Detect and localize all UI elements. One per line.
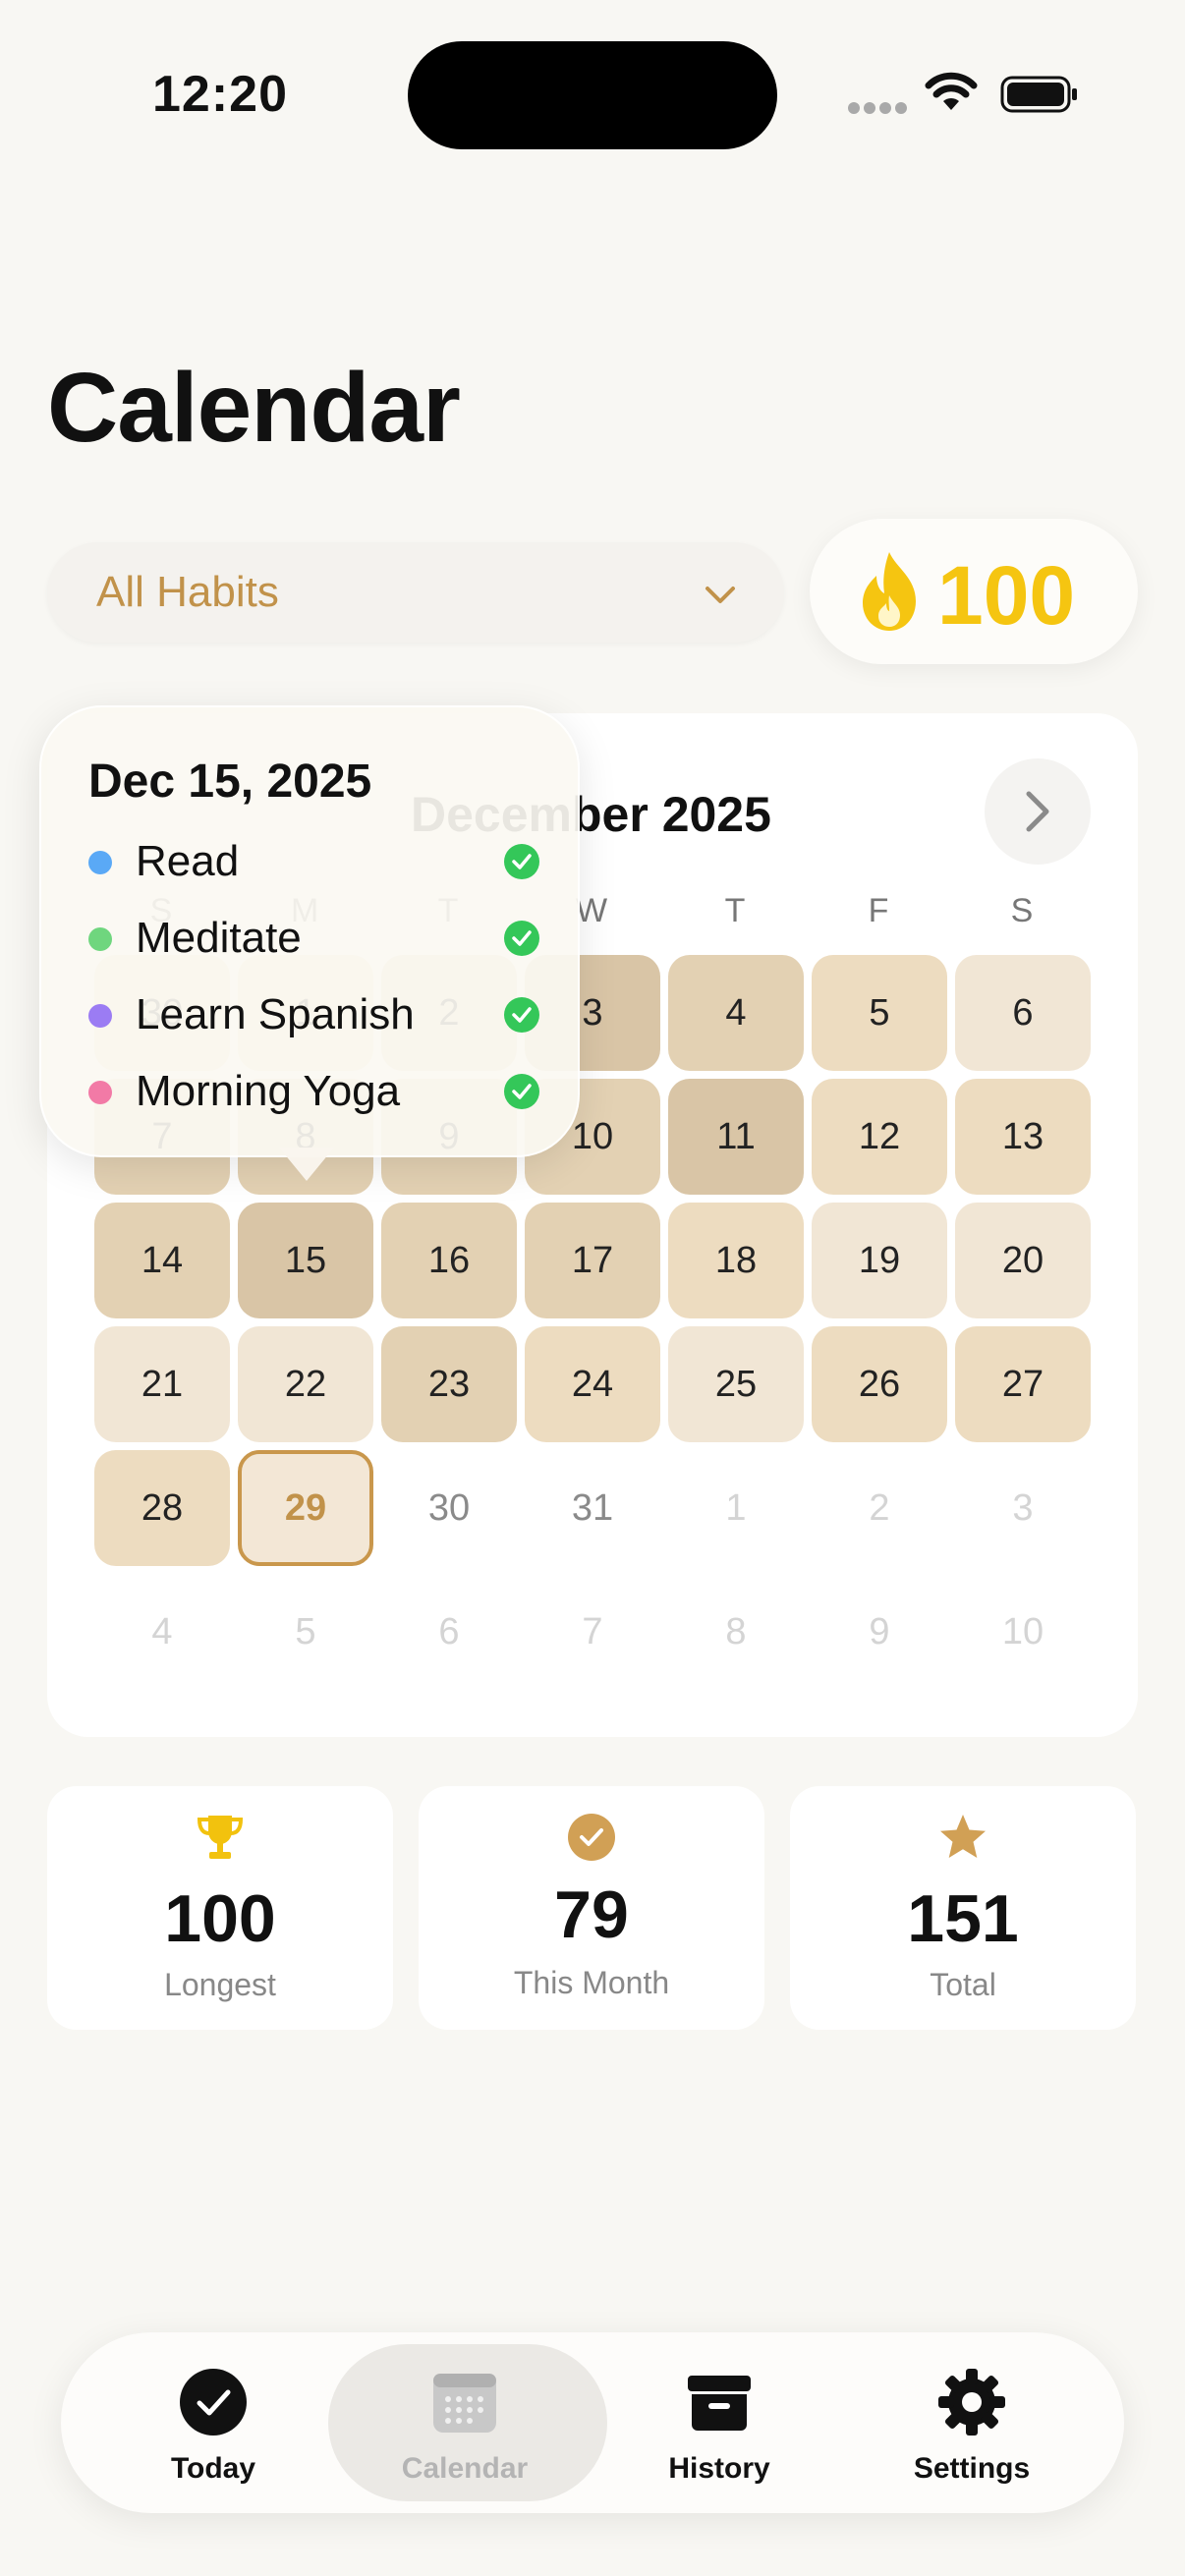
stat-card-this-month: 79 This Month (419, 1786, 764, 2030)
calendar-icon (433, 2374, 496, 2433)
calendar-day-next-month: 7 (582, 1610, 603, 1652)
tab-label: Today (170, 2452, 256, 2485)
habit-color-dot (88, 1081, 112, 1104)
cellular-signal-icon (848, 102, 907, 116)
habit-color-dot (88, 851, 112, 874)
chevron-down-icon (705, 587, 735, 603)
calendar-day-today[interactable]: 29 (238, 1450, 373, 1566)
calendar-day-next-month: 10 (1001, 1610, 1044, 1652)
tab-label: Calendar (401, 2452, 529, 2485)
stat-label: This Month (513, 1965, 670, 2000)
flame-icon (863, 552, 916, 631)
calendar-day[interactable]: 14 (94, 1203, 230, 1318)
calendar-day[interactable]: 6 (955, 955, 1091, 1071)
popover-pointer (279, 1148, 334, 1181)
checkmark-circle-icon (504, 844, 539, 879)
tab-today[interactable]: Today (90, 2332, 336, 2513)
habit-color-dot (88, 1004, 112, 1028)
dynamic-island (408, 41, 777, 149)
calendar-day[interactable]: 16 (381, 1203, 517, 1318)
calendar-day[interactable]: 12 (812, 1079, 947, 1195)
checkmark-circle-icon (568, 1814, 615, 1861)
stat-label: Total (930, 1967, 996, 2002)
gear-icon (938, 2369, 1005, 2436)
calendar-day[interactable]: 25 (668, 1326, 804, 1442)
habit-status-row: Meditate (88, 910, 540, 969)
habit-filter-label: All Habits (96, 568, 279, 616)
calendar-day[interactable]: 21 (94, 1326, 230, 1442)
checkmark-circle-icon (504, 997, 539, 1033)
calendar-day[interactable]: 24 (525, 1326, 660, 1442)
calendar-day[interactable]: 20 (955, 1203, 1091, 1318)
status-time: 12:20 (152, 66, 288, 123)
checkmark-circle-icon (504, 1074, 539, 1109)
checkmark-circle-icon (180, 2369, 247, 2436)
page-title: Calendar (47, 353, 461, 463)
calendar-day[interactable]: 30 (381, 1450, 517, 1566)
weekday-label: F (868, 892, 889, 929)
tab-label: Settings (913, 2452, 1031, 2485)
calendar-day[interactable]: 11 (668, 1079, 804, 1195)
calendar-day-next-month: 6 (438, 1610, 460, 1652)
streak-count: 100 (937, 549, 1076, 642)
chevron-right-icon (1026, 791, 1049, 832)
habit-filter-dropdown[interactable]: All Habits (47, 542, 784, 643)
calendar-day[interactable]: 4 (668, 955, 804, 1071)
habit-status-row: Learn Spanish (88, 986, 540, 1045)
stat-value: 151 (907, 1881, 1019, 1956)
habit-status-row: Morning Yoga (88, 1063, 540, 1122)
habit-name: Read (136, 837, 240, 885)
archive-box-icon (688, 2376, 751, 2431)
calendar-day[interactable]: 28 (94, 1450, 230, 1566)
weekday-label: S (1010, 892, 1034, 929)
stat-value: 100 (164, 1881, 276, 1956)
next-month-button[interactable] (985, 758, 1091, 865)
wifi-icon (925, 72, 978, 110)
calendar-day[interactable]: 5 (812, 955, 947, 1071)
calendar-day-next-month: 3 (1012, 1486, 1034, 1529)
trophy-icon (197, 1816, 244, 1859)
weekday-label: T (724, 892, 746, 929)
calendar-day-next-month: 8 (725, 1610, 747, 1652)
habit-name: Meditate (136, 914, 302, 962)
tab-calendar[interactable]: Calendar (328, 2332, 607, 2513)
habit-name: Learn Spanish (136, 990, 415, 1038)
calendar-day[interactable]: 23 (381, 1326, 517, 1442)
calendar-day[interactable]: 13 (955, 1079, 1091, 1195)
habit-status-row: Read (88, 833, 540, 892)
calendar-day[interactable]: 22 (238, 1326, 373, 1442)
streak-badge[interactable]: 100 (810, 519, 1138, 664)
star-icon (940, 1815, 986, 1858)
calendar-day[interactable]: 26 (812, 1326, 947, 1442)
calendar-day[interactable]: 31 (525, 1450, 660, 1566)
tab-bar: Today Calendar History Settings (61, 2332, 1124, 2513)
calendar-day[interactable]: 19 (812, 1203, 947, 1318)
tab-history[interactable]: History (596, 2332, 842, 2513)
calendar-day-next-month: 9 (869, 1610, 890, 1652)
calendar-day-next-month: 1 (725, 1486, 747, 1529)
stat-label: Longest (164, 1967, 276, 2002)
calendar-day-selected[interactable]: 15 (238, 1203, 373, 1318)
calendar-day-next-month: 2 (869, 1486, 890, 1529)
calendar-day-next-month: 5 (295, 1610, 316, 1652)
tab-label: History (668, 2452, 770, 2485)
checkmark-circle-icon (504, 921, 539, 956)
stat-value: 79 (554, 1877, 629, 1952)
day-detail-popover: Dec 15, 2025 Read Meditate Learn Spanish… (39, 705, 580, 1157)
calendar-day[interactable]: 27 (955, 1326, 1091, 1442)
stat-card-longest: 100 Longest (47, 1786, 393, 2030)
calendar-day-next-month: 4 (151, 1610, 173, 1652)
popover-date: Dec 15, 2025 (88, 756, 372, 808)
tab-settings[interactable]: Settings (849, 2332, 1095, 2513)
battery-icon (1000, 76, 1077, 113)
stat-card-total: 151 Total (790, 1786, 1136, 2030)
calendar-day[interactable]: 18 (668, 1203, 804, 1318)
habit-name: Morning Yoga (136, 1067, 401, 1115)
habit-color-dot (88, 927, 112, 951)
calendar-day[interactable]: 17 (525, 1203, 660, 1318)
